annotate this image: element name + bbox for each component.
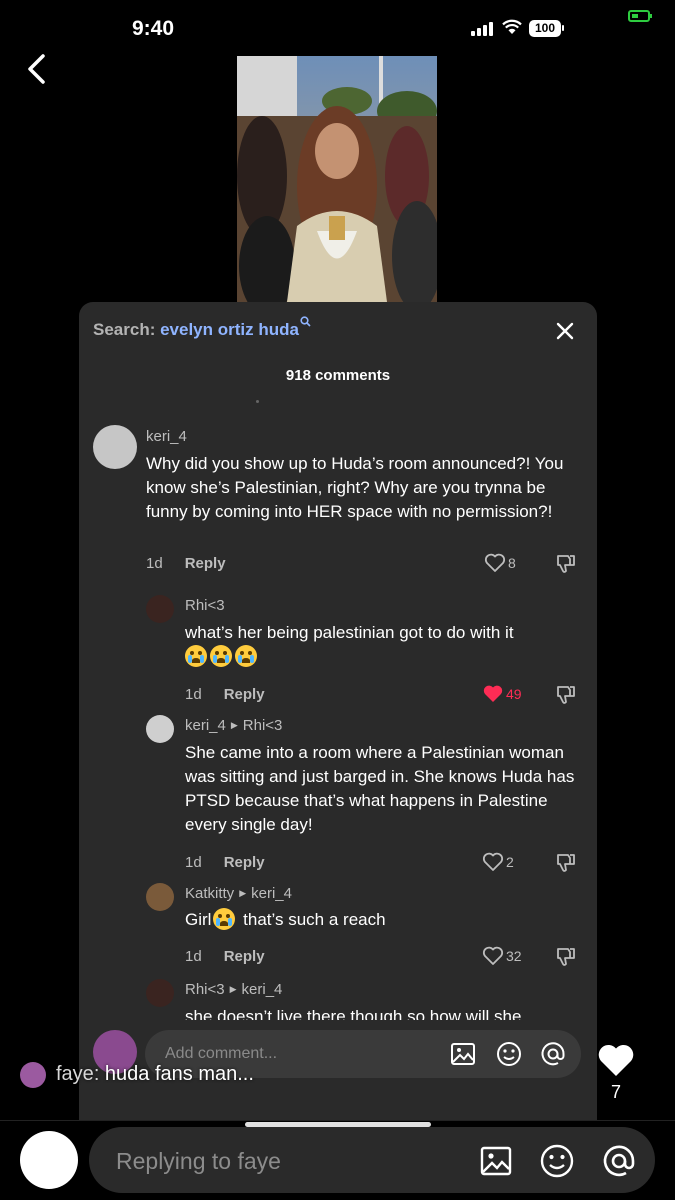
- comment-item: keri_4 Why did you show up to Huda’s roo…: [79, 412, 597, 577]
- comment-reply-item: Katkitty ▶ keri_4 Girl that’s such a reach…: [79, 882, 597, 970]
- like-count: 2: [506, 854, 514, 870]
- crying-emoji: [210, 645, 232, 667]
- crying-emoji: [235, 645, 257, 667]
- comment-reply-item: Rhi<3 ▶ keri_4 she doesn’t live there thou…: [79, 978, 597, 1020]
- avatar[interactable]: [146, 979, 174, 1007]
- live-chat-text: faye: huda fans man...: [56, 1063, 254, 1086]
- mention-icon[interactable]: [539, 1040, 567, 1068]
- close-icon[interactable]: [556, 322, 574, 340]
- avatar: [20, 1062, 46, 1088]
- crying-emoji: [185, 645, 207, 667]
- comment-text: Why did you show up to Huda’s room annou…: [146, 454, 564, 521]
- like-heart-icon[interactable]: [597, 1042, 635, 1078]
- comment-reply-item: keri_4 ▶ Rhi<3 She came into a room where …: [79, 714, 597, 874]
- comment-text: what’s her being palestinian got to do w…: [185, 621, 585, 669]
- back-chevron-icon[interactable]: [22, 52, 52, 86]
- comment-text-start: Girl: [185, 910, 212, 929]
- comments-panel: Search: evelyn ortiz huda 918 comments k…: [79, 302, 597, 1127]
- comment-meta: 1d Reply: [146, 555, 226, 572]
- comment-meta: 1d Reply: [185, 854, 265, 871]
- reply-arrow-icon: ▶: [230, 720, 238, 730]
- add-comment-placeholder: Add comment...: [165, 1045, 278, 1062]
- battery-nub: [562, 25, 564, 31]
- comment-age: 1d: [146, 555, 163, 572]
- comment-username[interactable]: Rhi<3: [185, 597, 225, 614]
- comment-text: Girl that’s such a reach: [185, 908, 585, 932]
- heart-outline-icon: [484, 553, 506, 572]
- like-count: 7: [610, 1082, 621, 1102]
- emoji-icon[interactable]: [495, 1040, 523, 1068]
- avatar[interactable]: [146, 883, 174, 911]
- dislike-icon[interactable]: [555, 684, 577, 706]
- username[interactable]: keri_4: [185, 717, 226, 734]
- divider: [0, 1120, 675, 1121]
- like-button[interactable]: 2: [482, 852, 514, 872]
- status-bar: 9:40 100: [0, 0, 675, 56]
- dislike-icon[interactable]: [555, 852, 577, 874]
- status-time: 9:40: [132, 17, 175, 40]
- live-chat-content: huda fans man...: [99, 1063, 254, 1085]
- emoji-icon[interactable]: [539, 1143, 575, 1179]
- comment-meta: 1d Reply: [185, 686, 265, 703]
- search-query-link[interactable]: evelyn ortiz huda: [160, 320, 299, 339]
- reply-arrow-icon: ▶: [239, 888, 247, 898]
- comment-text: She came into a room where a Palestinian…: [185, 743, 575, 834]
- mention-icon[interactable]: [601, 1143, 637, 1179]
- comment-text: she doesn’t live there though so how wil…: [185, 1007, 522, 1020]
- username[interactable]: Rhi<3: [185, 981, 225, 998]
- heart-filled-icon: [483, 685, 503, 702]
- live-chat-username: faye: [56, 1063, 94, 1085]
- like-button[interactable]: 49: [482, 684, 522, 704]
- comment-text-end: that’s such a reach: [238, 910, 386, 929]
- reply-arrow-icon: ▶: [229, 984, 237, 994]
- like-count: 32: [506, 948, 522, 964]
- reply-to-username[interactable]: keri_4: [251, 885, 292, 902]
- reply-input[interactable]: Replying to faye: [89, 1127, 655, 1193]
- avatar[interactable]: [146, 595, 174, 623]
- comment-username[interactable]: keri_4: [146, 428, 187, 445]
- dislike-icon[interactable]: [555, 946, 577, 968]
- like-button[interactable]: 8: [484, 553, 516, 573]
- reply-to-username[interactable]: keri_4: [242, 981, 283, 998]
- comment-age: 1d: [185, 948, 202, 965]
- username[interactable]: Katkitty: [185, 885, 234, 902]
- comment-age: 1d: [185, 854, 202, 871]
- search-prefix: Search:: [93, 320, 161, 339]
- cellular-signal-icon: [471, 22, 495, 36]
- comment-reply-item: Rhi<3 what’s her being palestinian got t…: [79, 594, 597, 704]
- comment-username[interactable]: keri_4 ▶ Rhi<3: [185, 717, 282, 734]
- heart-outline-icon: [482, 852, 504, 871]
- image-icon[interactable]: [478, 1143, 514, 1179]
- reply-placeholder: Replying to faye: [116, 1148, 281, 1174]
- heart-outline-icon: [482, 946, 504, 965]
- battery-level: 100: [529, 20, 561, 37]
- crying-emoji: [213, 908, 236, 930]
- reply-to-username[interactable]: Rhi<3: [243, 717, 283, 734]
- image-icon[interactable]: [449, 1040, 477, 1068]
- my-avatar[interactable]: [20, 1131, 78, 1189]
- wifi-icon: [502, 19, 522, 34]
- live-video-preview[interactable]: [237, 56, 437, 302]
- search-suggestion[interactable]: Search: evelyn ortiz huda: [93, 316, 311, 340]
- comments-list[interactable]: keri_4 Why did you show up to Huda’s roo…: [79, 412, 597, 1020]
- avatar[interactable]: [93, 425, 137, 469]
- search-icon: [300, 316, 311, 327]
- comment-meta: 1d Reply: [185, 948, 265, 965]
- like-count: 49: [506, 686, 522, 702]
- avatar[interactable]: [146, 715, 174, 743]
- battery-charging-icon: [628, 10, 652, 22]
- comments-count: 918 comments: [285, 367, 391, 384]
- reply-button[interactable]: Reply: [224, 854, 265, 871]
- like-button[interactable]: 32: [482, 946, 522, 966]
- comment-text-content: what’s her being palestinian got to do w…: [185, 623, 514, 642]
- comment-age: 1d: [185, 686, 202, 703]
- comment-username[interactable]: Rhi<3 ▶ keri_4: [185, 981, 282, 998]
- dislike-icon[interactable]: [555, 553, 577, 575]
- reply-button[interactable]: Reply: [224, 686, 265, 703]
- comment-username[interactable]: Katkitty ▶ keri_4: [185, 885, 292, 902]
- reply-button[interactable]: Reply: [224, 948, 265, 965]
- like-count: 8: [508, 555, 516, 571]
- reply-button[interactable]: Reply: [185, 555, 226, 572]
- loading-dot: [256, 400, 259, 403]
